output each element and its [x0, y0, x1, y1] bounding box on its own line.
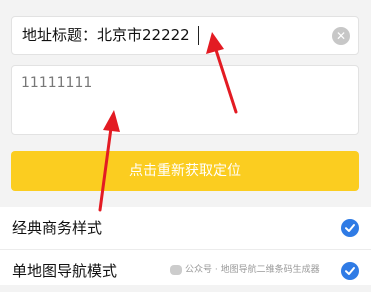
style-option-classic-business[interactable]: 经典商务样式	[0, 207, 371, 250]
text-caret	[198, 26, 199, 45]
address-detail-textarea[interactable]: 11111111	[11, 65, 359, 135]
clear-icon[interactable]: ✕	[332, 27, 350, 45]
address-title-field[interactable]: 地址标题： 北京市22222 ✕	[11, 16, 359, 55]
watermark: 公众号 · 地图导航二维条码生成器	[170, 262, 320, 278]
style-option-label: 单地图导航模式	[12, 262, 118, 280]
address-title-input[interactable]: 北京市22222	[97, 17, 190, 54]
check-icon[interactable]	[341, 219, 359, 237]
relocate-button[interactable]: 点击重新获取定位	[11, 151, 359, 191]
style-option-label: 经典商务样式	[12, 219, 103, 237]
wechat-logo-icon	[170, 264, 182, 275]
address-detail-value: 11111111	[21, 75, 93, 91]
watermark-text: 公众号 · 地图导航二维条码生成器	[185, 265, 320, 275]
address-title-label: 地址标题：	[22, 26, 98, 44]
check-icon[interactable]	[341, 262, 359, 280]
